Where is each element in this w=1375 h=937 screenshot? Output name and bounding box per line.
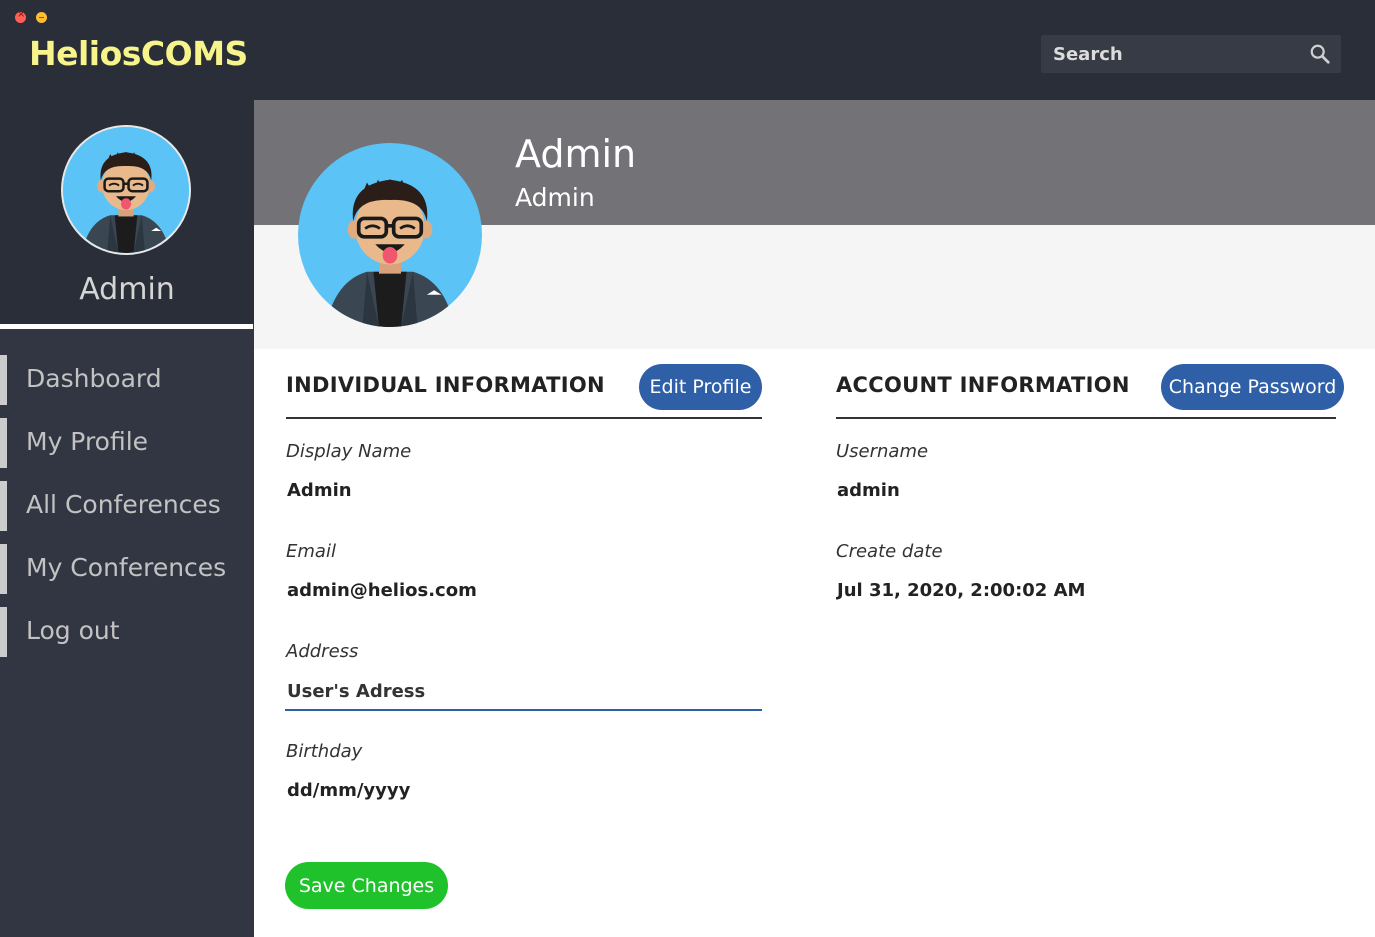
sidebar-divider [0, 324, 253, 329]
edit-profile-button[interactable]: Edit Profile [639, 364, 762, 410]
username-value: admin [837, 480, 900, 501]
username-label: Username [836, 441, 929, 462]
search-box [1041, 35, 1341, 73]
profile-details-panel [254, 349, 1375, 937]
sidebar-item-label: All Conferences [26, 490, 221, 519]
nav-indicator [0, 355, 7, 405]
profile-name: Admin [515, 132, 637, 176]
display-name-label: Display Name [286, 441, 412, 462]
sidebar-user-name: Admin [79, 272, 175, 307]
sidebar-item-log-out[interactable]: Log out [0, 607, 254, 657]
nav-indicator [0, 607, 7, 657]
sidebar-user-panel: Admin [0, 100, 254, 324]
birthday-value: dd/mm/yyyy [287, 780, 411, 801]
profile-avatar-icon [298, 143, 482, 327]
window-minimize-button[interactable] [36, 12, 47, 23]
profile-role: Admin [515, 183, 595, 212]
change-password-button[interactable]: Change Password [1161, 364, 1344, 410]
top-bar: HeliosCOMS [0, 0, 1375, 100]
address-label: Address [286, 641, 359, 662]
search-input[interactable] [1041, 35, 1325, 73]
individual-info-heading: INDIVIDUAL INFORMATION [286, 373, 605, 397]
sidebar-item-label: Log out [26, 616, 120, 645]
window-close-button[interactable] [15, 9, 26, 23]
sidebar-avatar [61, 125, 191, 255]
save-changes-button[interactable]: Save Changes [285, 862, 448, 909]
sidebar-item-my-profile[interactable]: My Profile [0, 418, 254, 468]
sidebar-item-all-conferences[interactable]: All Conferences [0, 481, 254, 531]
nav-indicator [0, 418, 7, 468]
address-field[interactable] [285, 673, 762, 711]
sidebar-item-label: My Conferences [26, 553, 227, 582]
email-value: admin@helios.com [287, 580, 477, 601]
create-date-label: Create date [836, 541, 943, 562]
nav-indicator [0, 544, 7, 594]
individual-divider [286, 417, 762, 419]
sidebar: Admin Dashboard My Profile All Conferenc… [0, 100, 254, 937]
birthday-label: Birthday [286, 741, 363, 762]
app-logo: HeliosCOMS [29, 34, 248, 73]
search-icon[interactable] [1309, 43, 1331, 65]
user-avatar-icon [63, 127, 189, 253]
account-info-heading: ACCOUNT INFORMATION [836, 373, 1130, 397]
nav-indicator [0, 481, 7, 531]
sidebar-item-my-conferences[interactable]: My Conferences [0, 544, 254, 594]
create-date-value: Jul 31, 2020, 2:00:02 AM [837, 580, 1086, 601]
display-name-value: Admin [287, 480, 352, 501]
sidebar-item-label: My Profile [26, 427, 149, 456]
account-divider [836, 417, 1336, 419]
sidebar-item-label: Dashboard [26, 364, 162, 393]
email-label: Email [286, 541, 336, 562]
sidebar-item-dashboard[interactable]: Dashboard [0, 355, 254, 405]
